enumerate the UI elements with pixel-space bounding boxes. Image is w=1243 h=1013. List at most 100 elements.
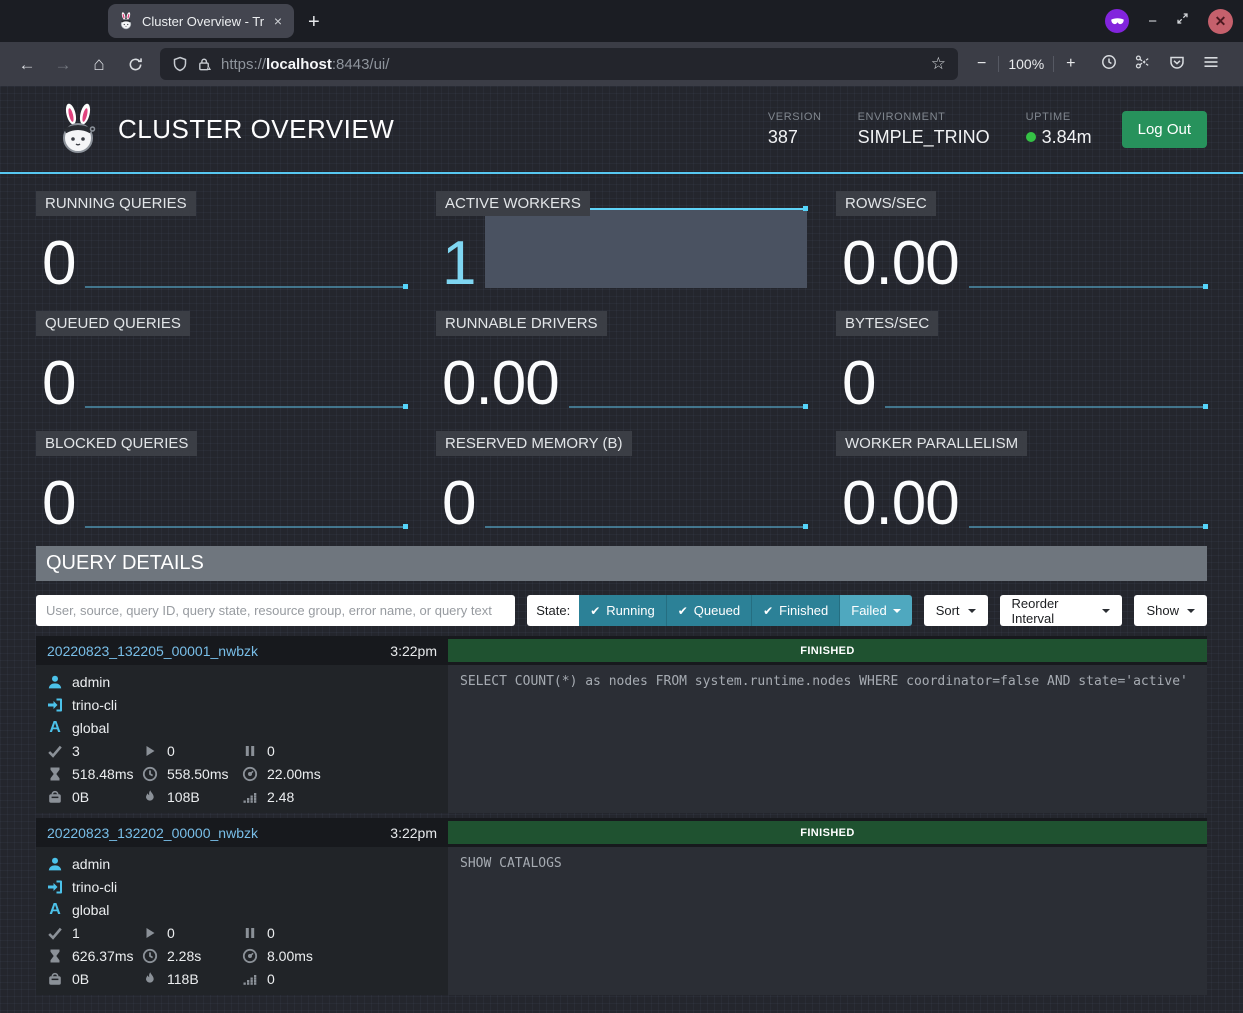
check-icon: ✔	[678, 604, 688, 618]
filter-queued-button[interactable]: ✔Queued	[667, 595, 752, 626]
wall-time-value: 626.37ms	[72, 948, 133, 964]
zoom-in-button[interactable]: +	[1063, 55, 1078, 73]
stat-label: ACTIVE WORKERS	[436, 191, 590, 216]
resource-group-icon: A	[47, 902, 63, 918]
query-list: 20220823_132205_00001_nwbzk 3:22pm FINIS…	[36, 636, 1207, 995]
stat-value: 0.00	[836, 477, 959, 532]
query-sql-text: SELECT COUNT(*) as nodes FROM system.run…	[448, 665, 1207, 813]
cpu-time-value: 8.00ms	[267, 948, 313, 964]
menu-hamburger-icon[interactable]	[1203, 54, 1219, 75]
home-button[interactable]: ⌂	[84, 55, 114, 74]
bookmark-star-icon[interactable]: ☆	[931, 54, 946, 74]
current-memory-value: 0B	[72, 789, 89, 805]
logout-button[interactable]: Log Out	[1122, 111, 1207, 148]
elapsed-clock-icon	[142, 948, 158, 964]
parallelism-chart-icon	[242, 971, 258, 987]
zoom-level[interactable]: 100%	[1008, 56, 1044, 72]
query-status-bar: FINISHED	[448, 639, 1207, 662]
sparkline	[85, 286, 407, 288]
query-id-link[interactable]: 20220823_132205_00001_nwbzk	[47, 643, 258, 659]
sparkline	[85, 406, 407, 408]
running-splits-icon	[142, 743, 158, 759]
tracking-shield-icon[interactable]	[172, 56, 188, 72]
filter-failed-dropdown[interactable]: Failed	[840, 595, 911, 626]
trino-favicon-icon	[118, 12, 134, 30]
lock-warning-icon[interactable]	[197, 57, 212, 72]
wall-time-hourglass-icon	[47, 766, 63, 782]
query-time: 3:22pm	[390, 825, 437, 841]
queued-splits-icon	[242, 925, 258, 941]
state-filter-label: State:	[527, 595, 579, 626]
stat-label: BLOCKED QUERIES	[36, 431, 197, 456]
window-close-button[interactable]: ✕	[1208, 9, 1233, 34]
stat-tile-active-workers: ACTIVE WORKERS 1	[436, 187, 807, 297]
stat-value: 0	[36, 477, 75, 532]
splits-running-value: 0	[167, 925, 175, 941]
stat-label: QUEUED QUERIES	[36, 311, 190, 336]
browser-titlebar: Cluster Overview - Trino × + − ✕	[0, 0, 1243, 42]
sparkline	[969, 526, 1207, 528]
pocket-save-icon[interactable]	[1169, 54, 1185, 75]
filter-finished-button[interactable]: ✔Finished	[752, 595, 840, 626]
tab-close-icon[interactable]: ×	[272, 13, 284, 29]
window-maximize-button[interactable]	[1176, 12, 1189, 30]
cumulative-memory-value: 118B	[167, 971, 199, 987]
completed-splits-icon	[47, 743, 63, 759]
zoom-out-button[interactable]: −	[974, 55, 989, 73]
history-clock-icon[interactable]	[1101, 54, 1117, 75]
url-bar[interactable]: https://localhost:8443/ui/ ☆	[160, 48, 958, 80]
show-dropdown[interactable]: Show	[1134, 595, 1207, 626]
back-button[interactable]: ←	[12, 56, 42, 73]
stat-value: 0	[36, 237, 75, 292]
stat-label: RUNNING QUERIES	[36, 191, 196, 216]
check-icon: ✔	[763, 604, 773, 618]
elapsed-time-value: 2.28s	[167, 948, 201, 964]
stat-value: 0.00	[836, 237, 959, 292]
running-splits-icon	[142, 925, 158, 941]
trino-bunny-logo	[58, 103, 98, 155]
browser-tab[interactable]: Cluster Overview - Trino ×	[108, 4, 294, 38]
cumulative-memory-flame-icon	[142, 789, 158, 805]
stat-label: ROWS/SEC	[836, 191, 936, 216]
sparkline	[885, 406, 1207, 408]
cluster-header: CLUSTER OVERVIEW VERSION 387 ENVIRONMENT…	[0, 86, 1243, 174]
page-title: CLUSTER OVERVIEW	[118, 114, 394, 145]
reorder-interval-dropdown[interactable]: Reorder Interval	[1000, 595, 1123, 626]
query-user: admin	[72, 674, 110, 690]
reload-button[interactable]	[120, 57, 150, 72]
parallelism-value: 2.48	[267, 789, 294, 805]
cpu-gauge-icon	[242, 766, 258, 782]
stat-tile-blocked-queries: BLOCKED QUERIES 0	[36, 427, 407, 537]
splits-queued-value: 0	[267, 925, 275, 941]
sparkline	[485, 208, 807, 288]
chevron-down-icon	[968, 609, 976, 613]
sparkline	[569, 406, 807, 408]
uptime-label: UPTIME	[1026, 111, 1092, 123]
query-resource-group: global	[72, 720, 109, 736]
chevron-down-icon	[893, 609, 901, 613]
stat-value: 0.00	[436, 357, 559, 412]
query-id-link[interactable]: 20220823_132202_00000_nwbzk	[47, 825, 258, 841]
window-minimize-button[interactable]: −	[1148, 13, 1157, 30]
cluster-stats-grid: RUNNING QUERIES 0 ACTIVE WORKERS 1 ROWS/…	[36, 187, 1207, 537]
forward-button[interactable]: →	[48, 56, 78, 73]
query-source: trino-cli	[72, 697, 117, 713]
splits-completed-value: 3	[72, 743, 80, 759]
screenshot-scissors-icon[interactable]	[1135, 54, 1151, 75]
query-status-bar: FINISHED	[448, 821, 1207, 844]
sparkline	[969, 286, 1207, 288]
trino-page: CLUSTER OVERVIEW VERSION 387 ENVIRONMENT…	[0, 86, 1243, 1013]
elapsed-clock-icon	[142, 766, 158, 782]
parallelism-chart-icon	[242, 789, 258, 805]
stat-value: 0	[36, 357, 75, 412]
user-icon	[47, 674, 63, 690]
query-search-input[interactable]	[36, 595, 515, 626]
uptime-value: 3.84m	[1042, 127, 1092, 148]
new-tab-button[interactable]: +	[308, 12, 320, 32]
memory-scale-icon	[47, 971, 63, 987]
sort-dropdown[interactable]: Sort	[924, 595, 988, 626]
stat-label: BYTES/SEC	[836, 311, 938, 336]
browser-window: Cluster Overview - Trino × + − ✕ ← → ⌂ h…	[0, 0, 1243, 1013]
cumulative-memory-flame-icon	[142, 971, 158, 987]
filter-running-button[interactable]: ✔Running	[579, 595, 667, 626]
